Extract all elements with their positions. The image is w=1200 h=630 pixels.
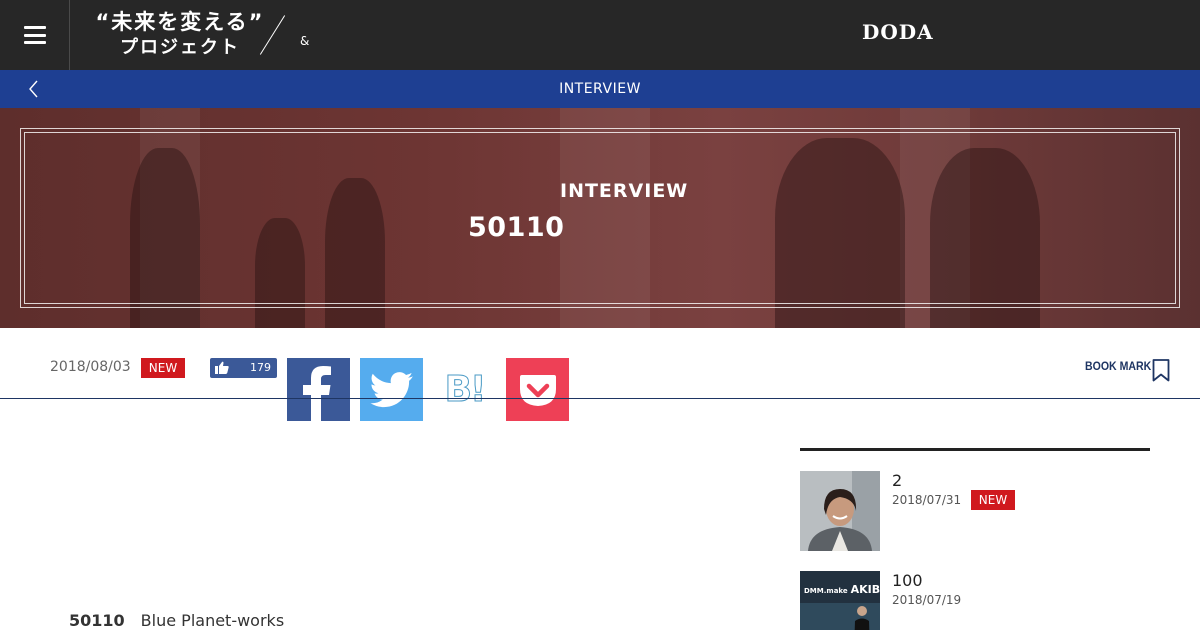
thumbnail-caption: DMM.make AKIB <box>804 583 880 596</box>
hamburger-icon <box>23 26 46 44</box>
article-thumbnail: DMM.make AKIB <box>800 571 880 630</box>
site-logo[interactable]: “未来を変える” プロジェクト <box>95 9 265 61</box>
article-company: Blue Planet-works <box>140 611 285 630</box>
bookmark-label: BOOK MARK <box>1085 359 1152 373</box>
sidebar-item-date: 2018/07/31 <box>892 493 962 507</box>
sidebar-item-date: 2018/07/19 <box>892 593 962 607</box>
like-count: 179 <box>250 361 271 374</box>
sidebar-item-title: 2 <box>892 471 903 490</box>
new-badge: NEW <box>141 358 185 378</box>
share-pocket-button[interactable] <box>506 358 569 421</box>
sidebar-divider <box>800 448 1150 451</box>
top-header: “未来を変える” プロジェクト & DODA <box>0 0 1200 70</box>
section-title: INTERVIEW <box>559 81 641 97</box>
share-twitter-button[interactable] <box>360 358 423 421</box>
logo-ampersand: & <box>300 34 310 48</box>
logo-line-2: プロジェクト <box>120 37 240 58</box>
hero-frame <box>20 128 1180 308</box>
hero-kicker: INTERVIEW <box>560 180 689 202</box>
article-heading: 50110 Blue Planet-works <box>69 611 284 630</box>
event-photo <box>800 571 880 630</box>
sidebar-item-title: 100 <box>892 571 923 590</box>
pocket-icon <box>519 374 556 406</box>
bookmark-icon <box>1152 359 1170 382</box>
share-facebook-button[interactable] <box>287 358 350 421</box>
publish-date: 2018/08/03 <box>50 359 131 375</box>
article-thumbnail <box>800 471 880 551</box>
sidebar-article-item[interactable]: DMM.make AKIB 100 2018/07/19 <box>800 571 1150 630</box>
facebook-icon <box>303 366 331 421</box>
menu-button[interactable] <box>0 0 70 70</box>
twitter-icon <box>369 371 413 407</box>
share-hatena-button[interactable]: B! <box>433 358 496 421</box>
hero-title: 50110 <box>468 212 565 243</box>
portrait-image <box>800 471 880 551</box>
brand-logo[interactable]: DODA <box>862 20 934 44</box>
article-number: 50110 <box>69 611 125 630</box>
hero-banner: INTERVIEW 50110 <box>0 108 1200 328</box>
thumbs-up-icon <box>215 361 229 374</box>
new-badge: NEW <box>971 490 1015 510</box>
hero-frame-inner <box>24 132 1176 304</box>
section-bar: INTERVIEW <box>0 70 1200 108</box>
sidebar-article-item[interactable]: 2 2018/07/31 NEW <box>800 471 1150 551</box>
facebook-like-button[interactable]: 179 <box>210 358 277 378</box>
hatena-bookmark-icon: B! <box>444 369 487 411</box>
logo-line-1: “未来を変える” <box>95 10 265 34</box>
bookmark-button[interactable]: BOOK MARK <box>1085 359 1170 382</box>
meta-divider <box>0 398 1200 399</box>
